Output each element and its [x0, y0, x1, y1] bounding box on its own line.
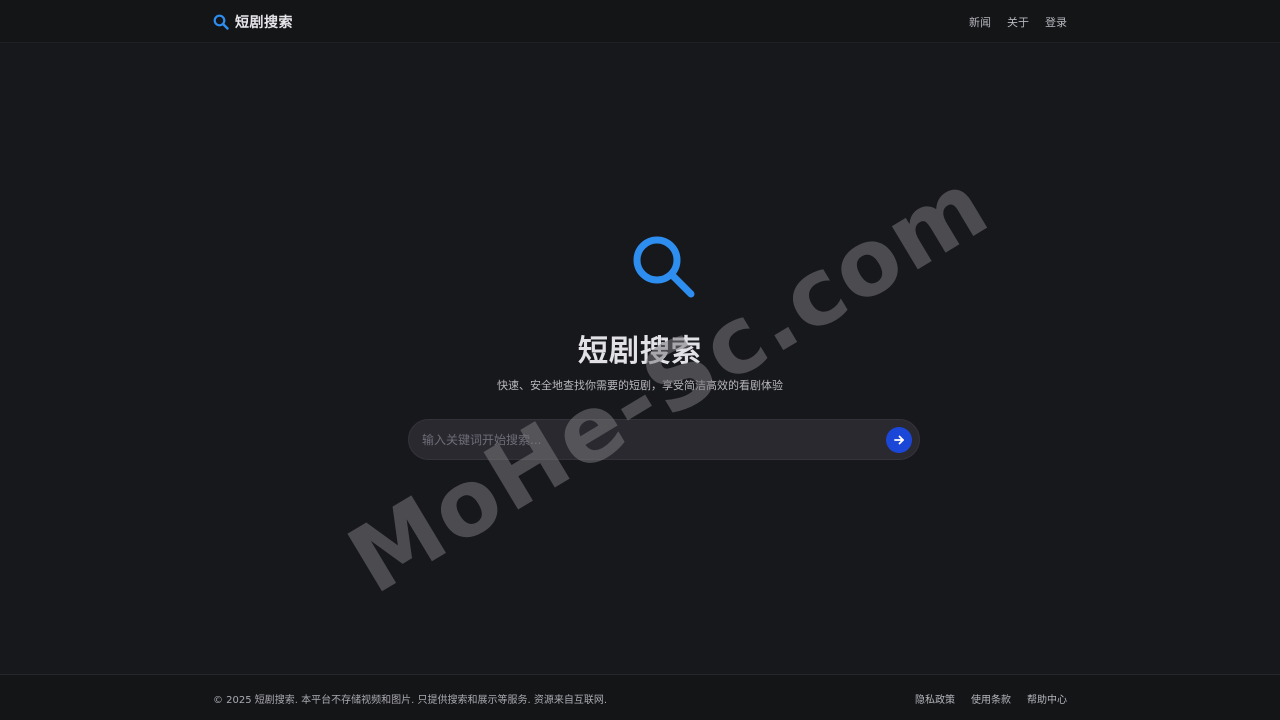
footer-links: 隐私政策 使用条款 帮助中心 [915, 691, 1067, 706]
hero-search-icon [630, 233, 698, 301]
footer-link-help[interactable]: 帮助中心 [1027, 691, 1067, 706]
footer: © 2025 短剧搜索. 本平台不存储视频和图片. 只提供搜索和展示等服务. 资… [0, 674, 1280, 720]
top-nav: 新闻 关于 登录 [969, 14, 1067, 30]
arrow-right-icon [893, 434, 905, 446]
brand-link[interactable]: 短剧搜索 [213, 12, 293, 32]
search-form [408, 419, 920, 460]
hero-title: 短剧搜索 [578, 334, 702, 369]
footer-inner: © 2025 短剧搜索. 本平台不存储视频和图片. 只提供搜索和展示等服务. 资… [213, 675, 1067, 720]
search-submit-button[interactable] [886, 427, 912, 453]
header-inner: 短剧搜索 新闻 关于 登录 [213, 0, 1067, 43]
page: 短剧搜索 新闻 关于 登录 短剧搜索 快速、安全地查找你需要的短剧，享受简洁高效… [0, 0, 1280, 720]
footer-link-terms[interactable]: 使用条款 [971, 691, 1011, 706]
nav-login[interactable]: 登录 [1045, 14, 1067, 30]
copyright-text: © 2025 短剧搜索. 本平台不存储视频和图片. 只提供搜索和展示等服务. 资… [213, 694, 608, 706]
search-icon [213, 14, 229, 30]
brand-name: 短剧搜索 [235, 14, 293, 31]
footer-link-privacy[interactable]: 隐私政策 [915, 691, 955, 706]
search-input[interactable] [422, 420, 882, 459]
nav-news[interactable]: 新闻 [969, 14, 991, 30]
hero-subtitle: 快速、安全地查找你需要的短剧，享受简洁高效的看剧体验 [497, 379, 783, 392]
nav-about[interactable]: 关于 [1007, 14, 1029, 30]
top-header: 短剧搜索 新闻 关于 登录 [0, 0, 1280, 43]
